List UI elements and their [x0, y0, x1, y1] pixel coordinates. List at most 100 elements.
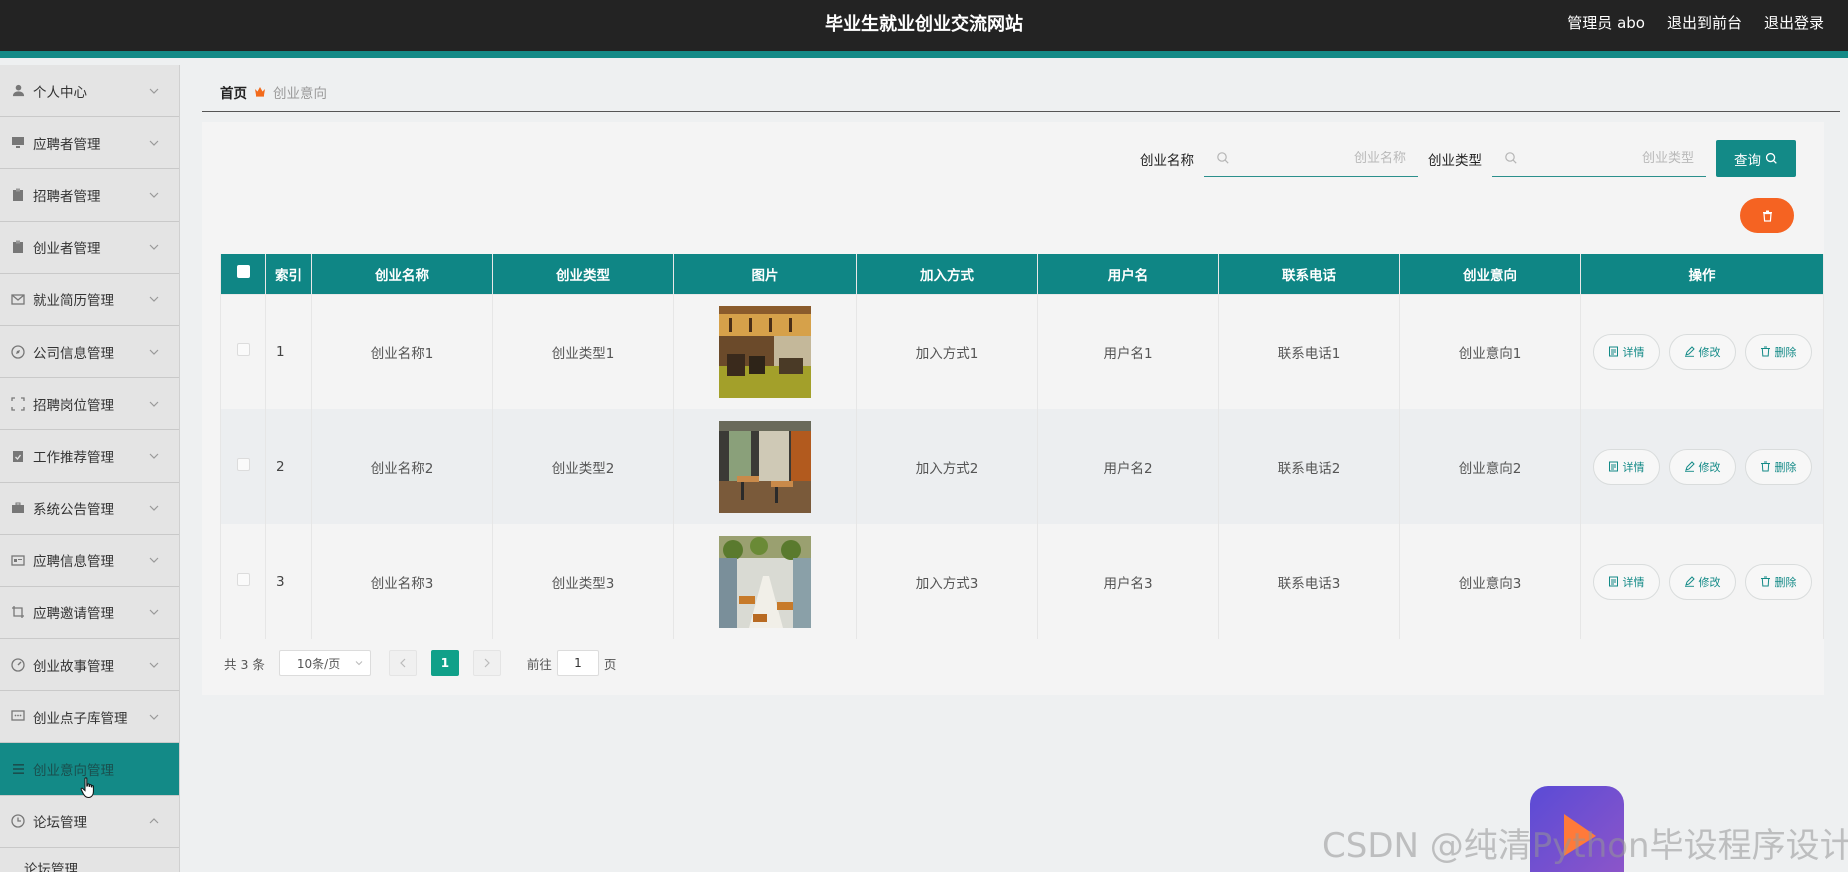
- sidebar-item-application-info[interactable]: 应聘信息管理: [0, 535, 179, 587]
- sidebar-item-job-posts[interactable]: 招聘岗位管理: [0, 378, 179, 431]
- top-bar: 毕业生就业创业交流网站 管理员 abo 退出到前台 退出登录: [0, 0, 1848, 58]
- sidebar-item-company-info[interactable]: 公司信息管理: [0, 326, 179, 379]
- select-all-checkbox[interactable]: [236, 265, 250, 279]
- cell-type: 创业类型2: [492, 409, 674, 524]
- sidebar-item-forum[interactable]: 论坛管理: [0, 796, 179, 848]
- sidebar-item-entrepreneurs[interactable]: 创业者管理: [0, 222, 179, 274]
- breadcrumb-home[interactable]: 首页: [220, 82, 247, 102]
- goto-page-input[interactable]: [556, 650, 599, 676]
- edit-button[interactable]: 修改: [1668, 563, 1736, 600]
- clipboard-icon: [10, 239, 26, 255]
- chevron-down-icon: [355, 661, 363, 666]
- chat-icon: [10, 709, 26, 725]
- prev-page-button[interactable]: [388, 650, 417, 676]
- page-number-current[interactable]: 1: [430, 650, 459, 676]
- sidebar-item-invitations[interactable]: 应聘邀请管理: [0, 587, 179, 640]
- cell-join-method: 加入方式3: [856, 524, 1038, 639]
- sidebar-item-idea-library[interactable]: 创业点子库管理: [0, 691, 179, 744]
- row-checkbox[interactable]: [236, 573, 250, 586]
- trash-icon: [1760, 576, 1770, 587]
- pencil-icon: [1684, 461, 1695, 472]
- admin-user-label[interactable]: 管理员 abo: [1567, 12, 1645, 33]
- back-to-front-link[interactable]: 退出到前台: [1667, 12, 1742, 33]
- trash-icon: [1760, 346, 1770, 357]
- bulk-delete-button[interactable]: [1740, 198, 1794, 233]
- column-header: 加入方式: [856, 254, 1038, 295]
- table-header-row: 索引 创业名称 创业类型 图片 加入方式 用户名 联系电话 创业意向 操作: [220, 254, 1824, 295]
- cell-name: 创业名称2: [311, 409, 493, 524]
- monitor-icon: [10, 135, 26, 151]
- chevron-down-icon: [147, 345, 161, 359]
- delete-button[interactable]: 删除: [1744, 563, 1812, 600]
- gauge-icon: [10, 657, 26, 673]
- edit-button-label: 修改: [1698, 460, 1721, 474]
- sidebar-item-announcements[interactable]: 系统公告管理: [0, 483, 179, 535]
- chevron-down-icon: [147, 605, 161, 619]
- search-bar: 创业名称 创业类型 查询: [1140, 140, 1796, 177]
- sidebar-item-resumes[interactable]: 就业简历管理: [0, 274, 179, 326]
- lounge-photo-thumbnail[interactable]: [719, 535, 811, 628]
- detail-button[interactable]: 详情: [1592, 448, 1660, 485]
- sidebar-subitem-forum[interactable]: 论坛管理: [0, 848, 179, 872]
- name-search-input[interactable]: [1230, 150, 1406, 166]
- sidebar-item-label: 应聘邀请管理: [33, 606, 114, 623]
- column-header: 操作: [1580, 254, 1824, 295]
- row-actions: 详情 修改 删除: [1581, 563, 1823, 600]
- sidebar-item-recruiters[interactable]: 招聘者管理: [0, 169, 179, 222]
- pagination: 共 3 条 10条/页 1 前往 页: [224, 650, 616, 676]
- page-size-select[interactable]: 10条/页: [278, 650, 371, 676]
- row-actions: 详情 修改 删除: [1581, 448, 1823, 485]
- goto-suffix: 页: [603, 656, 617, 672]
- column-header: 创业名称: [311, 254, 493, 295]
- sidebar-item-label: 创业故事管理: [33, 658, 114, 675]
- sidebar-item-label: 论坛管理: [33, 815, 87, 832]
- chevron-down-icon: [147, 136, 161, 150]
- chevron-up-icon: [147, 814, 161, 828]
- sidebar-item-applicants[interactable]: 应聘者管理: [0, 117, 179, 170]
- cell-type: 创业类型3: [492, 524, 674, 639]
- column-header: 用户名: [1037, 254, 1219, 295]
- detail-button[interactable]: 详情: [1592, 333, 1660, 370]
- logout-link[interactable]: 退出登录: [1764, 12, 1824, 33]
- query-button-label: 查询: [1734, 152, 1761, 169]
- breadcrumb: 首页 创业意向: [202, 72, 1840, 112]
- compass-icon: [10, 344, 26, 360]
- next-page-button[interactable]: [472, 650, 501, 676]
- checklist-icon: [10, 448, 26, 464]
- delete-button[interactable]: 删除: [1744, 448, 1812, 485]
- list-icon: [10, 761, 26, 777]
- type-search-box: [1492, 141, 1706, 177]
- cafe-photo-thumbnail[interactable]: [719, 420, 811, 513]
- sidebar-item-startup-stories[interactable]: 创业故事管理: [0, 639, 179, 692]
- chevron-down-icon: [147, 449, 161, 463]
- crop-icon: [10, 604, 26, 620]
- cell-phone: 联系电话2: [1218, 409, 1400, 524]
- chevron-down-icon: [147, 240, 161, 254]
- detail-button-label: 详情: [1622, 345, 1645, 359]
- chevron-down-icon: [147, 188, 161, 202]
- type-search-input[interactable]: [1518, 150, 1694, 166]
- row-checkbox[interactable]: [236, 343, 250, 357]
- sidebar-item-personal-center[interactable]: 个人中心: [0, 65, 179, 118]
- row-checkbox[interactable]: [236, 458, 250, 471]
- cell-image: [673, 294, 857, 409]
- row-index: 3: [265, 524, 312, 639]
- row-select-cell: [220, 409, 266, 524]
- scan-icon: [10, 396, 26, 412]
- sidebar-item-label: 创业者管理: [33, 241, 101, 258]
- office-photo-thumbnail[interactable]: [719, 305, 811, 398]
- delete-button-label: 删除: [1774, 575, 1797, 589]
- column-header: 创业类型: [492, 254, 674, 295]
- sidebar-item-job-recommend[interactable]: 工作推荐管理: [0, 430, 179, 483]
- edit-button[interactable]: 修改: [1668, 448, 1736, 485]
- crown-icon: [254, 86, 266, 97]
- cell-name: 创业名称1: [311, 294, 493, 409]
- mail-icon: [10, 291, 26, 307]
- delete-button[interactable]: 删除: [1744, 333, 1812, 370]
- card-icon: [10, 552, 26, 568]
- sidebar-item-label: 工作推荐管理: [33, 449, 114, 466]
- query-button[interactable]: 查询: [1716, 140, 1796, 177]
- cell-intent: 创业意向3: [1399, 524, 1581, 639]
- detail-button[interactable]: 详情: [1592, 563, 1660, 600]
- edit-button[interactable]: 修改: [1668, 333, 1736, 370]
